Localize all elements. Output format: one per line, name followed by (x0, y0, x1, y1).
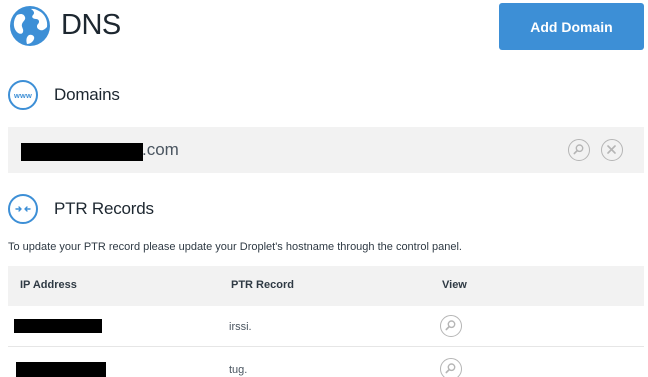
column-header-view: View (442, 279, 467, 291)
ptr-section-title: PTR Records (54, 199, 154, 218)
ptr-info-text: To update your PTR record please update … (8, 241, 462, 253)
table-row: tug. (8, 346, 644, 377)
arrows-in-icon (8, 194, 38, 224)
view-domain-button[interactable] (568, 139, 590, 161)
page-header: DNS Add Domain (0, 0, 648, 60)
domain-name-suffix: .com (142, 140, 179, 159)
column-header-ip-address: IP Address (20, 279, 77, 291)
www-icon: www (8, 80, 38, 110)
ptr-record-value: tug. (229, 364, 248, 376)
ptr-section-header: PTR Records (8, 192, 154, 226)
page-title: DNS (61, 9, 121, 41)
table-header: IP Address PTR Record View (8, 266, 644, 306)
domains-section-header: www Domains (8, 78, 120, 112)
dns-page: DNS Add Domain www Domains .com PTR Reco… (0, 0, 648, 377)
globe-icon (10, 6, 50, 46)
domains-section-title: Domains (54, 85, 120, 104)
close-icon (607, 145, 616, 154)
table-row: irssi. (8, 306, 644, 346)
www-icon-label: www (13, 90, 33, 100)
arrows-in-glyph (15, 206, 31, 212)
redacted-ip-address (16, 362, 106, 377)
domain-row[interactable]: .com (8, 127, 644, 173)
delete-domain-button[interactable] (601, 139, 623, 161)
magnifier-icon (445, 320, 456, 331)
ptr-record-value: irssi. (229, 321, 252, 333)
add-domain-button[interactable]: Add Domain (499, 3, 644, 50)
magnifier-icon (573, 144, 584, 155)
redacted-domain-name (21, 143, 143, 161)
view-ptr-button[interactable] (440, 358, 462, 377)
column-header-ptr-record: PTR Record (231, 279, 294, 291)
magnifier-icon (445, 363, 456, 374)
view-ptr-button[interactable] (440, 315, 462, 337)
redacted-ip-address (14, 319, 102, 333)
